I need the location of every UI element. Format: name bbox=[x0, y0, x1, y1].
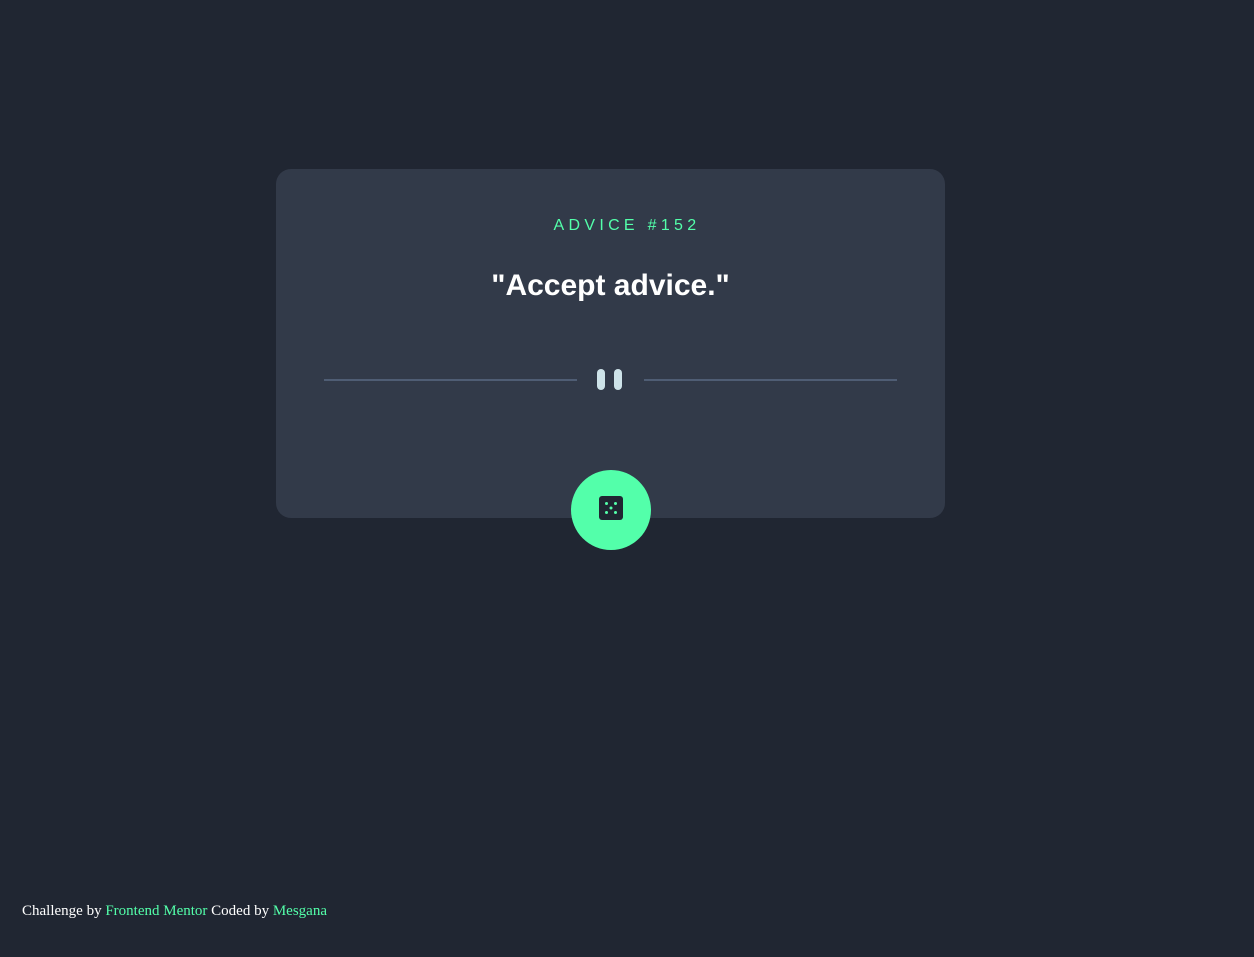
pause-bar-right bbox=[614, 369, 622, 390]
pause-bar-left bbox=[597, 369, 605, 390]
author-link[interactable]: Mesgana bbox=[273, 903, 327, 919]
divider-line-right bbox=[644, 379, 897, 381]
pause-icon bbox=[597, 369, 625, 390]
dice-icon bbox=[599, 496, 623, 520]
frontend-mentor-link[interactable]: Frontend Mentor bbox=[105, 903, 207, 919]
attribution-middle: Coded by bbox=[211, 903, 270, 919]
advice-quote: "Accept advice." bbox=[491, 269, 730, 302]
divider-line-left bbox=[324, 379, 577, 381]
attribution: Challenge by Frontend Mentor Coded by Me… bbox=[22, 901, 327, 921]
new-advice-button[interactable] bbox=[571, 470, 651, 550]
advice-id: ADVICE #152 bbox=[553, 217, 701, 234]
attribution-prefix: Challenge by bbox=[22, 903, 102, 919]
